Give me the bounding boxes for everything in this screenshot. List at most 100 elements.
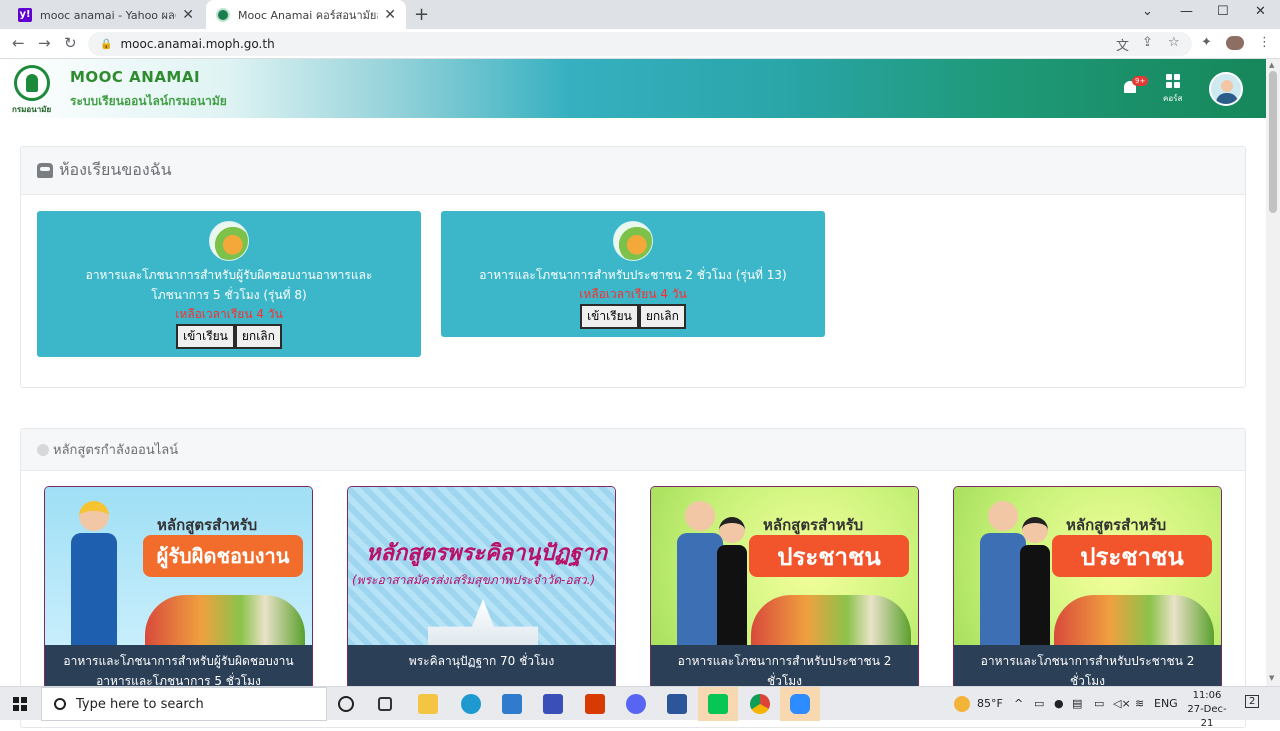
course-badge-top: หลักสูตรสำหรับ <box>157 516 258 534</box>
class-card: อาหารและโภชนาการสำหรับประชาชน 2 ชั่วโมง … <box>441 211 825 337</box>
task-view-icon[interactable] <box>378 697 392 711</box>
cortana-icon[interactable] <box>338 696 354 712</box>
extensions-icon[interactable]: ✦ <box>1201 35 1212 50</box>
temperature-text[interactable]: 85°F <box>977 697 1003 710</box>
course-badge-top: หลักสูตรสำหรับ <box>763 516 864 534</box>
volume-icon[interactable]: ◁× <box>1113 697 1131 710</box>
taskbar-search-input[interactable]: Type here to search <box>41 687 327 721</box>
site-title[interactable]: MOOC ANAMAI <box>70 68 200 86</box>
scroll-down-icon[interactable]: ▼ <box>1269 674 1274 682</box>
tab-mooc-anamai[interactable]: Mooc Anamai คอร์สอนามัยออนไลน์ ✕ <box>206 0 406 29</box>
page-scrollbar[interactable]: ▲ ▼ <box>1266 59 1280 686</box>
cancel-class-button[interactable]: ยกเลิก <box>234 324 282 349</box>
url-text: mooc.anamai.moph.go.th <box>120 37 275 51</box>
course-image: หลักสูตรสำหรับ ประชาชน <box>651 487 918 645</box>
translate-icon[interactable]: 文 <box>1116 35 1129 54</box>
zoom-icon[interactable] <box>790 694 810 714</box>
battery-icon[interactable]: ▭ <box>1094 697 1104 710</box>
word-icon[interactable] <box>667 694 687 714</box>
line-icon[interactable] <box>708 694 728 714</box>
office-icon[interactable] <box>585 694 605 714</box>
weather-icon[interactable] <box>954 696 970 712</box>
course-card[interactable]: หลักสูตรสำหรับ ประชาชน อาหารและโภชนาการส… <box>650 486 919 696</box>
browser-menu-icon[interactable]: ⋮ <box>1258 35 1271 50</box>
reload-icon[interactable]: ↻ <box>64 34 77 52</box>
course-card[interactable]: หลักสูตรพระคิลานุปัฏฐาก (พระอาสาสมัครส่ง… <box>347 486 616 696</box>
site-subtitle: ระบบเรียนออนไลน์กรมอนามัย <box>70 94 227 108</box>
tray-meet-icon[interactable]: ▭ <box>1034 697 1044 710</box>
clock-time: 11:06 <box>1192 690 1222 701</box>
scroll-up-icon[interactable]: ▲ <box>1269 61 1274 69</box>
mail-icon[interactable] <box>502 694 522 714</box>
discord-icon[interactable] <box>626 694 646 714</box>
file-explorer-icon[interactable] <box>418 694 438 714</box>
tab-title: mooc anamai - Yahoo ผลค้นหาการ <box>40 8 176 22</box>
browser-tab-strip: y! mooc anamai - Yahoo ผลค้นหาการ ✕ Mooc… <box>0 0 1280 29</box>
food-illustration <box>751 595 911 645</box>
bookmark-star-icon[interactable]: ☆ <box>1168 35 1180 50</box>
close-icon[interactable]: ✕ <box>182 7 194 23</box>
worker-illustration <box>63 501 125 645</box>
wifi-icon[interactable]: ≋ <box>1135 697 1144 710</box>
course-image: หลักสูตรพระคิลานุปัฏฐาก (พระอาสาสมัครส่ง… <box>348 487 615 645</box>
lock-icon[interactable]: 🔒 <box>100 39 112 50</box>
enter-class-button[interactable]: เข้าเรียน <box>580 304 639 329</box>
online-courses-header: หลักสูตรกำลังออนไลน์ <box>21 429 1245 471</box>
pen-app-icon[interactable] <box>543 694 563 714</box>
new-tab-icon[interactable]: + <box>414 4 429 25</box>
address-bar[interactable]: 🔒 mooc.anamai.moph.go.th <box>88 32 1192 56</box>
class-thumbnail <box>209 221 249 261</box>
course-badge-main: ประชาชน <box>1052 535 1212 577</box>
tab-search-icon[interactable]: ⌄ <box>1142 4 1153 19</box>
classroom-icon <box>37 163 53 178</box>
maximize-icon[interactable]: ☐ <box>1217 4 1229 19</box>
anamai-logo[interactable] <box>14 65 50 101</box>
minimize-icon[interactable]: — <box>1180 4 1193 19</box>
close-icon[interactable]: ✕ <box>384 7 396 23</box>
yahoo-icon: y! <box>18 7 32 22</box>
onedrive-icon[interactable]: ▤ <box>1072 697 1082 710</box>
course-badge-top: หลักสูตรสำหรับ <box>1066 516 1167 534</box>
class-title: อาหารและโภชนาการสำหรับประชาชน 2 ชั่วโมง … <box>479 268 787 282</box>
status-dot-icon <box>37 443 49 456</box>
course-card[interactable]: หลักสูตรสำหรับ ประชาชน อาหารและโภชนาการส… <box>953 486 1222 696</box>
forward-icon[interactable]: → <box>38 34 51 52</box>
windows-taskbar: Type here to search 85°F ^ ▭ ● ▤ ▭ ◁× ≋ … <box>0 686 1280 729</box>
notification-center-icon[interactable]: 2 <box>1245 695 1260 708</box>
my-classes-heading: ห้องเรียนของฉัน <box>59 160 172 179</box>
user-avatar[interactable] <box>1209 72 1243 106</box>
window-close-icon[interactable]: ✕ <box>1255 4 1266 19</box>
enter-class-button[interactable]: เข้าเรียน <box>176 324 235 349</box>
cancel-class-button[interactable]: ยกเลิก <box>638 304 686 329</box>
courses-grid-icon[interactable] <box>1166 74 1180 88</box>
windows-start-icon[interactable] <box>13 697 27 711</box>
notification-bell-icon[interactable]: 9+ <box>1122 76 1149 97</box>
language-indicator[interactable]: ENG <box>1154 697 1178 710</box>
woman-illustration <box>711 517 751 645</box>
edge-icon[interactable] <box>461 694 481 714</box>
class-card: อาหารและโภชนาการสำหรับผู้รับผิดชอบงานอาห… <box>37 211 421 357</box>
online-courses-heading: หลักสูตรกำลังออนไลน์ <box>53 443 179 458</box>
course-card[interactable]: หลักสูตรสำหรับ ผู้รับผิดชอบงาน อาหารและโ… <box>44 486 313 696</box>
chrome-icon[interactable] <box>750 694 770 714</box>
taskbar-clock[interactable]: 11:06 27-Dec-21 <box>1184 689 1230 731</box>
scroll-thumb[interactable] <box>1269 71 1277 213</box>
courses-label[interactable]: คอร์ส <box>1163 92 1182 105</box>
microphone-icon[interactable]: ● <box>1054 697 1064 710</box>
share-icon[interactable]: ⇪ <box>1142 35 1153 50</box>
back-icon[interactable]: ← <box>12 34 25 52</box>
class-remaining-time: เหลือเวลาเรียน 4 วัน <box>579 287 687 301</box>
taskbar-search-placeholder: Type here to search <box>76 696 204 712</box>
tab-title: Mooc Anamai คอร์สอนามัยออนไลน์ <box>238 8 378 22</box>
course-badge-top: หลักสูตรพระคิลานุปัฏฐาก <box>366 541 608 566</box>
tab-yahoo[interactable]: y! mooc anamai - Yahoo ผลค้นหาการ ✕ <box>8 0 204 29</box>
anamai-icon <box>216 7 230 22</box>
show-hidden-icons-icon[interactable]: ^ <box>1014 697 1023 710</box>
course-badge-main: ผู้รับผิดชอบงาน <box>143 535 303 577</box>
browser-profile-icon[interactable] <box>1226 36 1244 50</box>
class-remaining-time: เหลือเวลาเรียน 4 วัน <box>175 307 283 321</box>
course-image: หลักสูตรสำหรับ ผู้รับผิดชอบงาน <box>45 487 312 645</box>
course-badge-main: (พระอาสาสมัครส่งเสริมสุขภาพประจำวัด-อสว.… <box>352 573 596 587</box>
temple-illustration <box>428 599 538 645</box>
notification-count: 2 <box>1249 696 1256 707</box>
